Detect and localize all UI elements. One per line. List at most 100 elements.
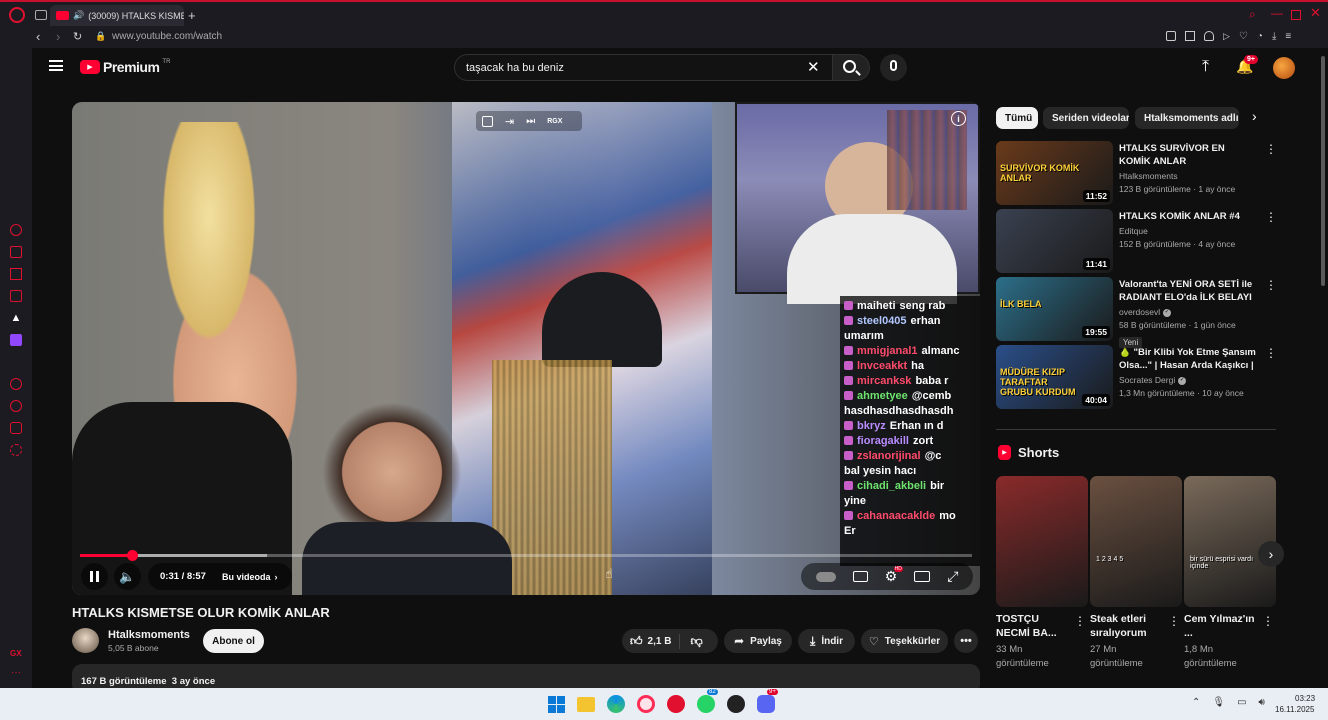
exit-overlay-icon[interactable]: ⇥ [505, 115, 514, 128]
rec-channel-name[interactable]: Editque [1119, 225, 1148, 238]
short-more-icon[interactable]: ⋮ [1262, 614, 1274, 628]
theater-mode-icon[interactable] [914, 571, 931, 582]
play-icon[interactable]: ▷ [1223, 31, 1230, 42]
tray-network-icon[interactable]: ▭ [1237, 697, 1246, 708]
notifications-button[interactable]: 🔔 9+ [1236, 55, 1258, 76]
media-player-icon[interactable] [667, 695, 685, 713]
profile-icon[interactable]: ◔ [1257, 31, 1263, 42]
favorite-icon[interactable]: ♡ [1239, 31, 1248, 42]
rec-thumbnail[interactable]: İLK BELA 19:55 [996, 277, 1113, 341]
gx-corner-icon[interactable] [10, 268, 22, 280]
progress-scrubber[interactable] [126, 550, 138, 561]
tray-chevron-icon[interactable]: ⌃ [1192, 697, 1200, 708]
skip-overlay-icon[interactable]: ⏭ [526, 116, 535, 127]
clock-date[interactable]: 16.11.2025 [1275, 705, 1314, 714]
download-icon[interactable]: ⤓ [1272, 31, 1276, 42]
rec-channel-name[interactable]: overdosevl [1119, 306, 1160, 319]
rec-more-icon[interactable]: ⋮ [1265, 346, 1277, 360]
dislike-button[interactable]: 👎︎ [680, 634, 702, 649]
file-explorer-icon[interactable] [577, 696, 595, 712]
twitch-icon[interactable] [10, 334, 22, 346]
info-icon[interactable]: i [951, 111, 966, 126]
snapshot-icon[interactable] [1166, 31, 1176, 41]
scroll-thumb[interactable] [1321, 56, 1325, 286]
twitch-logo-icon[interactable]: ▲ [10, 312, 22, 324]
create-upload-icon[interactable]: ⤒ [1202, 58, 1209, 76]
video-player[interactable]: maiheti seng rab steel0405 erhan umarım mmigj… [72, 102, 980, 595]
rec-info[interactable]: HTALKS KOMİK ANLAR #4 Editque 152 B görünt… [1119, 210, 1259, 251]
start-icon[interactable] [548, 695, 565, 713]
short-more-icon[interactable]: ⋮ [1168, 614, 1180, 628]
volume-button[interactable]: 🔈 [114, 563, 141, 590]
clock-time[interactable]: 03:23 [1295, 694, 1315, 703]
account-avatar[interactable] [1273, 57, 1295, 79]
extensions-icon[interactable] [10, 422, 22, 434]
channel-avatar[interactable] [72, 628, 99, 653]
filter-chip[interactable]: Seriden videolar [1043, 107, 1129, 129]
subscribe-button[interactable]: Abone ol [203, 629, 264, 653]
gx-control-icon[interactable] [10, 246, 22, 258]
rec-more-icon[interactable]: ⋮ [1265, 210, 1277, 224]
channel-name[interactable]: Htalksmoments [108, 629, 190, 641]
play-pause-button[interactable] [81, 563, 108, 590]
thanks-button[interactable]: ♡ Teşekkürler [861, 629, 948, 653]
page-scrollbar[interactable] [1318, 48, 1328, 688]
short-title[interactable]: Steak etleri sıralıyorum [1090, 612, 1164, 640]
autoplay-toggle[interactable] [815, 571, 836, 582]
pip-icon[interactable] [1185, 31, 1195, 41]
speaker-icon[interactable]: 🔊 [73, 10, 84, 21]
history-icon[interactable] [10, 400, 22, 412]
url-field[interactable]: www.youtube.com/watch [112, 31, 222, 42]
voice-search-button[interactable] [880, 54, 907, 81]
more-icon[interactable]: ··· [11, 667, 21, 678]
tray-mic-icon[interactable]: 🎙︎ [1212, 697, 1225, 708]
rec-channel-name[interactable]: Htalksmoments [1119, 170, 1178, 183]
whatsapp-icon[interactable]: 82 [697, 689, 718, 713]
app-icon[interactable] [727, 695, 745, 713]
new-tab-button[interactable]: + [188, 8, 196, 23]
player-icon[interactable] [10, 378, 22, 390]
rgx-badge[interactable]: RGX [547, 118, 562, 125]
search-input[interactable]: taşacak ha bu deniz [466, 62, 564, 74]
short-thumbnail[interactable] [996, 476, 1088, 607]
fullscreen-icon[interactable]: ⤢ [947, 568, 958, 585]
reload-icon[interactable]: ↻ [73, 30, 82, 43]
short-thumbnail[interactable]: bir sürü esprisi vardı içinde [1184, 476, 1276, 607]
rec-thumbnail[interactable]: SURVİVOR KOMİK ANLAR 11:52 [996, 141, 1113, 205]
menu-icon[interactable]: ≡ [1285, 31, 1291, 42]
tab-island-icon[interactable] [35, 10, 47, 20]
shorts-next-button[interactable]: › [1258, 541, 1284, 567]
download-button[interactable]: ⤓ İndir [798, 629, 855, 653]
more-actions-button[interactable]: ••• [954, 629, 978, 653]
settings-icon[interactable] [10, 444, 22, 456]
chips-next-icon[interactable]: › [1252, 108, 1257, 124]
short-title[interactable]: TOSTÇU NECMİ BA... [996, 612, 1070, 640]
mail-icon[interactable] [10, 290, 22, 302]
youtube-logo[interactable]: ▶ Premium TR [80, 59, 170, 75]
rec-info[interactable]: HTALKS SURVİVOR EN KOMİK ANLAR Htalksmome… [1119, 142, 1259, 196]
edge-icon[interactable] [607, 695, 625, 713]
rec-more-icon[interactable]: ⋮ [1265, 278, 1277, 292]
rec-channel-name[interactable]: Socrates Dergi [1119, 374, 1175, 387]
active-tab[interactable]: 🔊 (30009) HTALKS KISME [50, 5, 184, 26]
vpn-icon[interactable] [1204, 31, 1214, 41]
rec-info[interactable]: 🍐 "Bir Klibi Yok Etme Şansım Olsa..." | … [1119, 346, 1259, 400]
filter-chip[interactable]: Tümü [996, 107, 1038, 129]
search-button[interactable] [832, 54, 870, 81]
search-box[interactable]: taşacak ha bu deniz ✕ [454, 54, 833, 81]
like-button[interactable]: 👍︎ 2,1 B [630, 633, 681, 649]
maximize-button[interactable] [1291, 10, 1301, 20]
back-icon[interactable]: ‹ [36, 29, 40, 44]
progress-track[interactable] [80, 550, 972, 561]
discord-icon[interactable]: 9+ [757, 689, 778, 713]
rec-thumbnail[interactable]: MÜDÜRE KIZIP TARAFTAR GRUBU KURDUM 40:04 [996, 345, 1113, 409]
chapter-button[interactable]: Bu videoda › [222, 572, 278, 582]
minimize-button[interactable]: — [1271, 6, 1283, 20]
rec-more-icon[interactable]: ⋮ [1265, 142, 1277, 156]
hamburger-menu-icon[interactable] [49, 60, 63, 71]
filter-chip[interactable]: Htalksmoments adlı y [1135, 107, 1239, 129]
forward-icon[interactable]: › [56, 29, 60, 44]
search-tabs-icon[interactable]: ⌕ [1249, 7, 1256, 22]
short-thumbnail[interactable]: 1 2 3 4 5 [1090, 476, 1182, 607]
gx-label-icon[interactable]: GX [10, 649, 22, 658]
